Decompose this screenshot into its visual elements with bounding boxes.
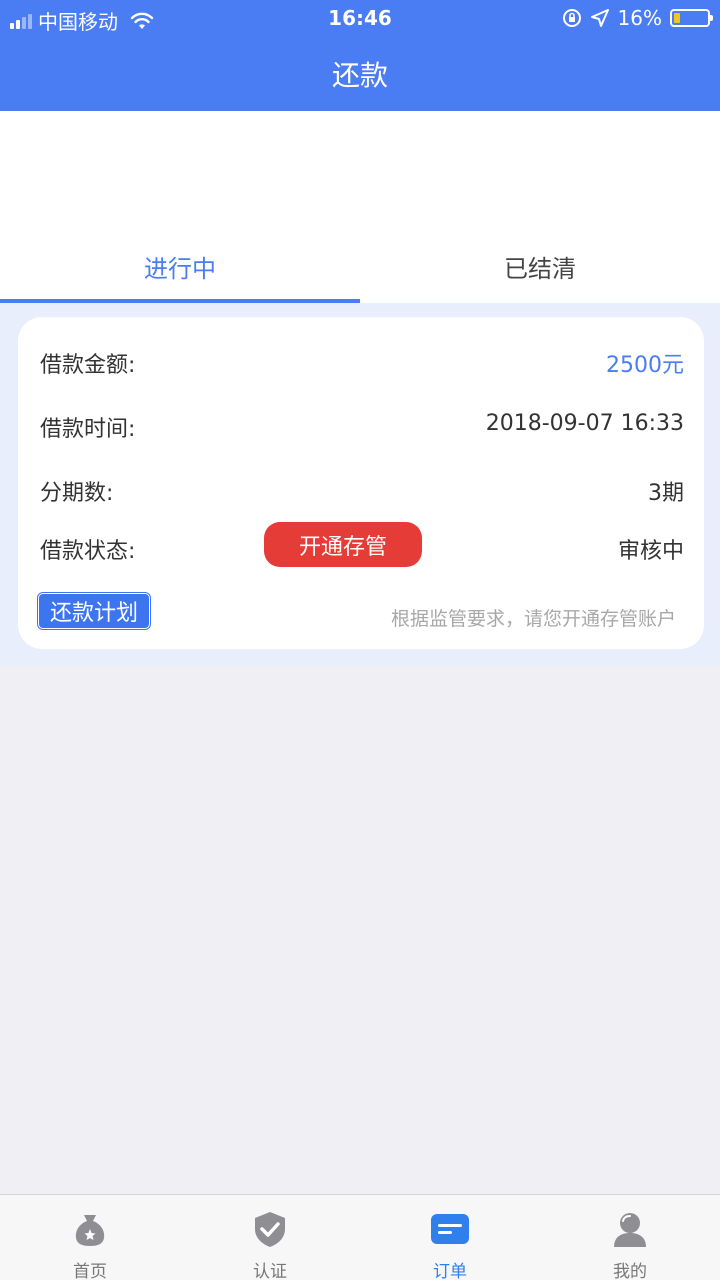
- user-icon: [614, 1213, 646, 1247]
- custody-hint: 根据监管要求，请您开通存管账户: [390, 608, 676, 630]
- loan-amount-row: 借款金额: 2500元: [40, 339, 684, 379]
- battery-percent: 16%: [617, 6, 662, 30]
- tab-settled[interactable]: 已结清: [360, 239, 720, 303]
- loan-amount-value: 2500元: [606, 353, 684, 378]
- tabbar-item-me[interactable]: 我的: [540, 1195, 720, 1280]
- loan-time-label: 借款时间:: [40, 417, 136, 442]
- tabbar-item-orders[interactable]: 订单: [360, 1195, 540, 1280]
- shield-check-icon: [255, 1212, 285, 1247]
- status-bar: 中国移动 16:46 16%: [0, 0, 720, 36]
- loan-status-label: 借款状态:: [40, 539, 136, 564]
- tabbar-label-me: 我的: [613, 1262, 647, 1280]
- tabbar-label-home: 首页: [73, 1262, 107, 1280]
- repayment-plan-button[interactable]: 还款计划: [38, 593, 150, 629]
- tabbar-item-home[interactable]: 首页: [0, 1195, 180, 1280]
- status-tabs: 进行中 已结清: [0, 239, 720, 303]
- loan-time-row: 借款时间: 2018-09-07 16:33: [40, 403, 684, 443]
- header: 中国移动 16:46 16% 还款: [0, 0, 720, 111]
- loan-card: 借款金额: 2500元 借款时间: 2018-09-07 16:33 分期数: …: [18, 317, 704, 649]
- tab-area: 进行中 已结清: [0, 111, 720, 303]
- loan-time-value: 2018-09-07 16:33: [485, 411, 684, 436]
- order-icon: [431, 1214, 469, 1244]
- periods-value: 3期: [648, 481, 684, 506]
- loan-amount-label: 借款金额:: [40, 353, 136, 378]
- periods-label: 分期数:: [40, 481, 114, 506]
- tabbar-item-verify[interactable]: 认证: [180, 1195, 360, 1280]
- tabbar-label-verify: 认证: [253, 1262, 287, 1280]
- page-title: 还款: [331, 59, 388, 92]
- rotation-lock-icon: [562, 9, 581, 27]
- tabbar-label-orders: 订单: [433, 1262, 467, 1280]
- tab-in-progress[interactable]: 进行中: [0, 239, 360, 303]
- status-right: 16%: [562, 6, 713, 30]
- periods-row: 分期数: 3期: [40, 467, 684, 507]
- battery-icon: [670, 9, 713, 27]
- loan-status-value: 审核中: [617, 539, 684, 564]
- bottom-tab-bar: 首页 认证 订单 我的: [0, 1194, 720, 1280]
- location-arrow-icon: [590, 9, 609, 27]
- open-custody-button[interactable]: 开通存管: [264, 522, 422, 567]
- money-bag-icon: [75, 1215, 105, 1246]
